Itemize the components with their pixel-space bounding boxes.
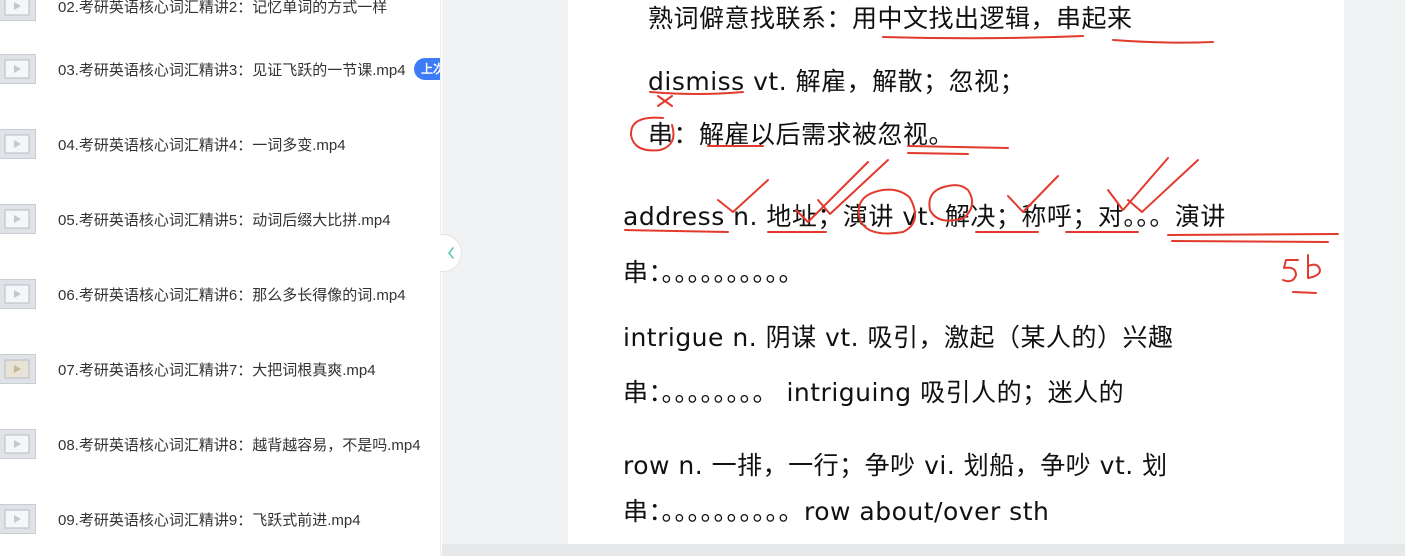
video-thumbnail [0,504,36,534]
playlist-item-title: 02.考研英语核心词汇精讲2：记忆单词的方式一样 [58,0,388,16]
lecture-slide: 熟词僻意找联系：用中文找出逻辑，串起来 dismiss vt. 解雇，解散；忽视… [568,0,1344,544]
playlist-item-title: 08.考研英语核心词汇精讲8：越背越容易，不是吗.mp4 [58,436,421,454]
chevron-left-icon [447,247,454,259]
playlist-item[interactable]: 02.考研英语核心词汇精讲2：记忆单词的方式一样 [0,0,440,30]
slide-line: dismiss vt. 解雇，解散；忽视； [648,67,1026,96]
video-thumbnail [0,354,36,384]
playlist-item-title: 03.考研英语核心词汇精讲3：见证飞跃的一节课.mp4 [58,61,406,79]
playlist-item-title: 05.考研英语核心词汇精讲5：动词后缀大比拼.mp4 [58,211,391,229]
playlist-item[interactable]: 03.考研英语核心词汇精讲3：见证飞跃的一节课.mp4 上次 [0,45,440,93]
document-viewer[interactable]: 熟词僻意找联系：用中文找出逻辑，串起来 dismiss vt. 解雇，解散；忽视… [442,0,1405,556]
playlist-item-title: 04.考研英语核心词汇精讲4：一词多变.mp4 [58,136,346,154]
slide-line: 串：解雇以后需求被忽视。 [648,120,955,149]
video-thumbnail [0,204,36,234]
slide-line: 串：。。。。。。。。。。row about/over sth [623,497,1050,526]
video-thumbnail [0,0,36,21]
playlist-item-title: 06.考研英语核心词汇精讲6：那么多长得像的词.mp4 [58,286,406,304]
slide-heading: 熟词僻意找联系：用中文找出逻辑，串起来 [648,4,1133,33]
slide-line: intrigue n. 阴谋 vt. 吸引，激起（某人的）兴趣 [623,323,1174,352]
playlist-item-title: 07.考研英语核心词汇精讲7：大把词根真爽.mp4 [58,361,376,379]
slide-line: 串：。。。。。。。。。。 [623,258,805,287]
playlist-item-title: 09.考研英语核心词汇精讲9：飞跃式前进.mp4 [58,511,361,529]
video-thumbnail [0,279,36,309]
playlist-item[interactable]: 05.考研英语核心词汇精讲5：动词后缀大比拼.mp4 [0,195,440,243]
playlist-panel: 02.考研英语核心词汇精讲2：记忆单词的方式一样 03.考研英语核心词汇精讲3：… [0,0,441,556]
video-thumbnail [0,129,36,159]
last-watched-badge: 上次 [414,58,440,80]
slide-line: address n. 地址；演讲 vt. 解决；称呼；对。。。演讲 [623,202,1226,231]
viewer-bottom-bar [442,544,1405,556]
playlist-item[interactable]: 08.考研英语核心词汇精讲8：越背越容易，不是吗.mp4 [0,420,440,468]
video-thumbnail [0,54,36,84]
playlist-item[interactable]: 09.考研英语核心词汇精讲9：飞跃式前进.mp4 [0,495,440,543]
video-thumbnail [0,429,36,459]
playlist-item[interactable]: 06.考研英语核心词汇精讲6：那么多长得像的词.mp4 [0,270,440,318]
slide-line: 串：。。。。。。。。 intriguing 吸引人的；迷人的 [623,378,1125,407]
playlist-item[interactable]: 04.考研英语核心词汇精讲4：一词多变.mp4 [0,120,440,168]
playlist-item[interactable]: 07.考研英语核心词汇精讲7：大把词根真爽.mp4 [0,345,440,393]
slide-line: row n. 一排，一行；争吵 vi. 划船，争吵 vt. 划 [623,451,1168,480]
